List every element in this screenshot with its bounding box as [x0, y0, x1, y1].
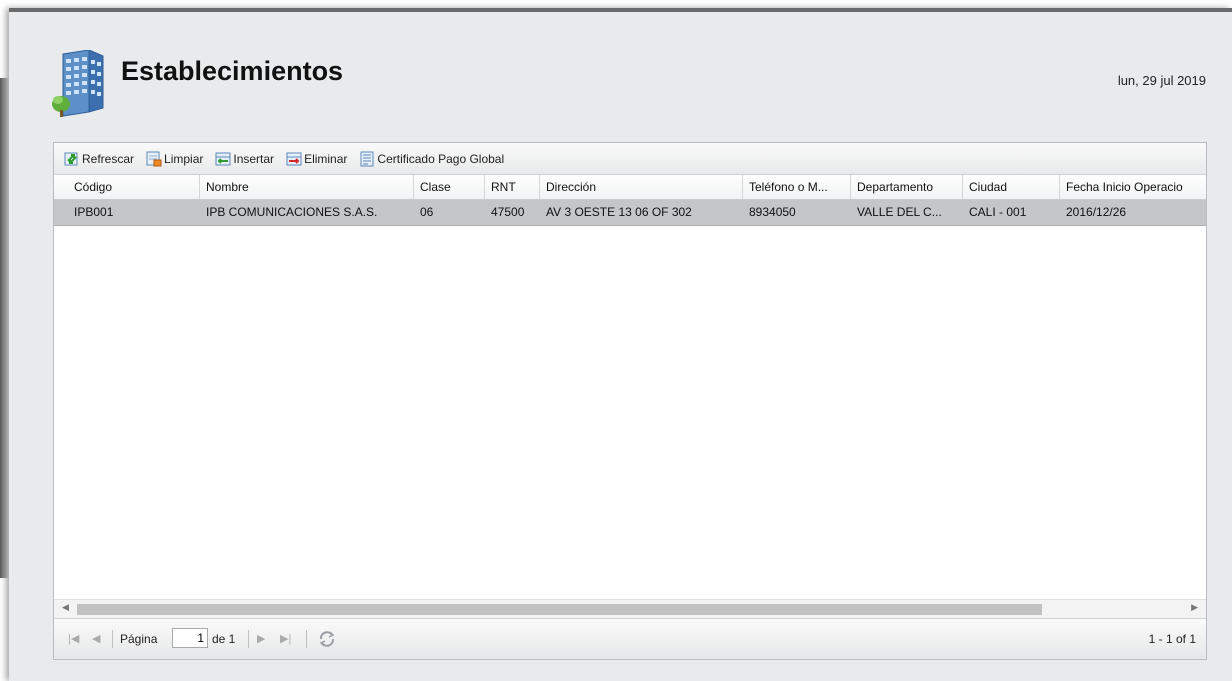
- column-header-codigo[interactable]: Código: [68, 175, 200, 199]
- separator: [306, 630, 307, 648]
- refresh-button[interactable]: Refrescar: [64, 151, 134, 167]
- page-number-input[interactable]: [172, 628, 208, 648]
- column-headers: Código Nombre Clase RNT Dirección Teléfo…: [54, 175, 1206, 200]
- delete-icon: [286, 152, 302, 165]
- scroll-right-arrow-icon[interactable]: ▶: [1191, 602, 1198, 613]
- delete-label: Eliminar: [304, 151, 348, 166]
- window-left-border: [0, 78, 9, 578]
- cell-departamento: VALLE DEL C...: [857, 205, 942, 219]
- scrollbar-thumb[interactable]: [77, 604, 1042, 615]
- first-page-icon[interactable]: |◀: [68, 632, 79, 645]
- insert-icon: [215, 152, 231, 165]
- cell-telefono: 8934050: [749, 205, 796, 219]
- insert-button[interactable]: Insertar: [215, 151, 274, 167]
- column-header-ciudad[interactable]: Ciudad: [963, 175, 1060, 199]
- cell-clase: 06: [420, 205, 434, 219]
- refresh-icon: [64, 152, 78, 165]
- column-header-direccion[interactable]: Dirección: [540, 175, 743, 199]
- main-window: Establecimientos lun, 29 jul 2019 Refres…: [9, 8, 1232, 681]
- grid-toolbar: Refrescar Limpiar Insertar Eliminar Cert…: [54, 143, 1206, 175]
- table-row[interactable]: IPB001 IPB COMUNICACIONES S.A.S. 06 4750…: [54, 200, 1206, 226]
- cell-fecha-inicio: 2016/12/26: [1066, 205, 1127, 219]
- insert-label: Insertar: [233, 151, 275, 166]
- refresh-label: Refrescar: [82, 151, 135, 166]
- previous-page-icon[interactable]: ◀: [92, 632, 100, 645]
- cell-ciudad: CALI - 001: [969, 205, 1027, 219]
- column-header-telefono[interactable]: Teléfono o M...: [743, 175, 851, 199]
- delete-button[interactable]: Eliminar: [286, 151, 347, 167]
- building-icon: [52, 50, 104, 117]
- cell-nombre: IPB COMUNICACIONES S.A.S.: [206, 205, 378, 219]
- separator: [248, 630, 249, 648]
- page-label: Página: [120, 632, 158, 646]
- display-info: 1 - 1 of 1: [1148, 632, 1196, 646]
- next-page-icon[interactable]: ▶: [257, 632, 265, 645]
- separator: [112, 630, 113, 648]
- page-total-label: de 1: [212, 632, 236, 646]
- column-header-clase[interactable]: Clase: [414, 175, 485, 199]
- cell-codigo: IPB001: [74, 205, 114, 219]
- current-date: lun, 29 jul 2019: [1117, 73, 1206, 88]
- cell-direccion: AV 3 OESTE 13 06 OF 302: [546, 205, 692, 219]
- last-page-icon[interactable]: ▶|: [280, 632, 291, 645]
- clear-icon: [146, 151, 162, 166]
- column-header-fecha-inicio[interactable]: Fecha Inicio Operacio: [1060, 175, 1206, 199]
- paging-toolbar: |◀ ◀ Página de 1 ▶ ▶| 1 - 1 of 1: [54, 618, 1206, 659]
- column-header-departamento[interactable]: Departamento: [851, 175, 963, 199]
- certificate-button[interactable]: Certificado Pago Global: [359, 151, 504, 167]
- certificate-icon: [360, 151, 374, 166]
- clear-label: Limpiar: [164, 151, 204, 166]
- establishments-grid: Refrescar Limpiar Insertar Eliminar Cert…: [53, 142, 1207, 660]
- certificate-label: Certificado Pago Global: [377, 151, 505, 166]
- page-title: Establecimientos: [121, 56, 344, 86]
- horizontal-scrollbar[interactable]: ◀ ▶: [54, 599, 1206, 618]
- column-header-rnt[interactable]: RNT: [485, 175, 540, 199]
- column-header-nombre[interactable]: Nombre: [200, 175, 414, 199]
- reload-icon[interactable]: [318, 630, 336, 648]
- clear-button[interactable]: Limpiar: [146, 151, 203, 167]
- scroll-left-arrow-icon[interactable]: ◀: [62, 602, 69, 613]
- cell-rnt: 47500: [491, 205, 525, 219]
